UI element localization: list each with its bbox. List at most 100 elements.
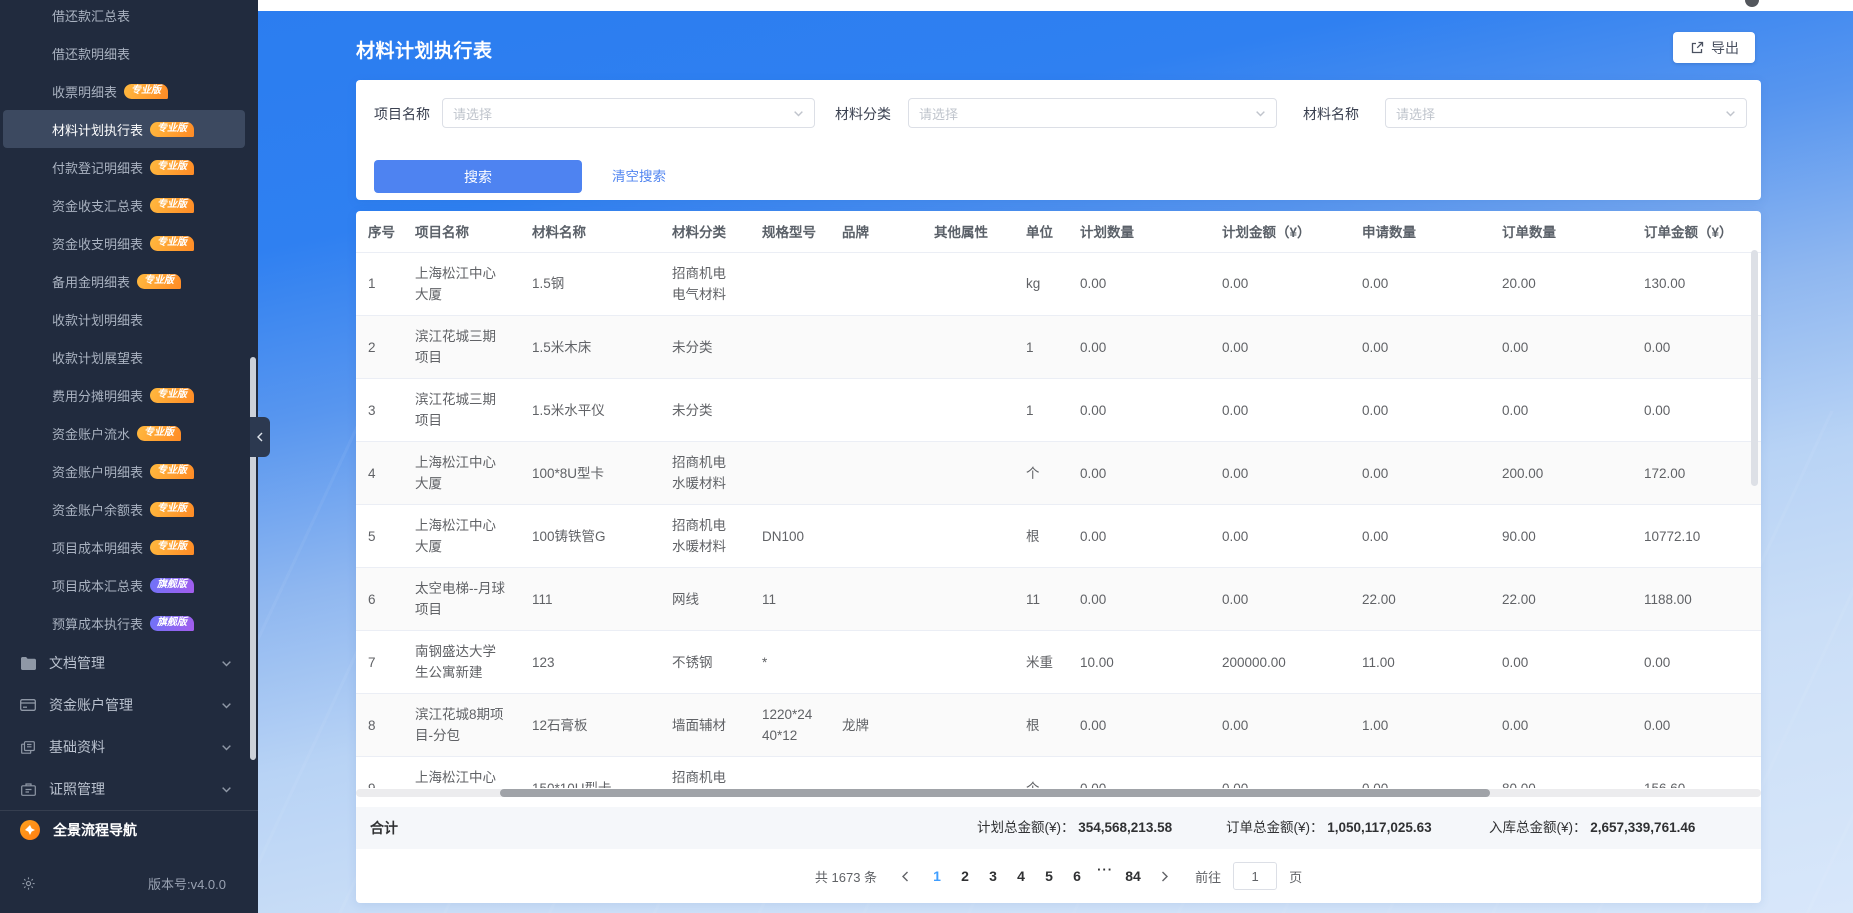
next-page-button[interactable]	[1153, 862, 1177, 890]
sidebar-item-label: 预算成本执行表	[52, 614, 143, 633]
horizontal-scrollbar[interactable]	[356, 789, 1761, 797]
gear-icon[interactable]	[20, 876, 36, 891]
filter-select[interactable]: 请选择	[908, 98, 1277, 128]
page-button[interactable]: 5	[1035, 862, 1063, 890]
filter-select[interactable]: 请选择	[1385, 98, 1747, 128]
page-button[interactable]: 3	[979, 862, 1007, 890]
table-cell: 156.60	[1632, 757, 1761, 788]
sidebar-menu: 借还款汇总表借还款明细表收票明细表专业版材料计划执行表专业版付款登记明细表专业版…	[0, 0, 258, 642]
table-cell: 3	[356, 379, 403, 442]
table-cell: 0.00	[1632, 379, 1761, 442]
table-cell: 1.5米木床	[520, 316, 660, 379]
sidebar-item-label: 资金收支汇总表	[52, 196, 143, 215]
table-cell: 南钢盛达大学生公寓新建	[403, 631, 520, 694]
sidebar-item-label: 付款登记明细表	[52, 158, 143, 177]
sidebar-group-document[interactable]: 基础资料	[0, 726, 258, 768]
sidebar-item[interactable]: 备用金明细表专业版	[3, 262, 245, 300]
filter-label: 材料名称	[1303, 104, 1359, 122]
sidebar-item[interactable]: 预算成本执行表旗舰版	[3, 604, 245, 642]
sidebar-item-label: 备用金明细表	[52, 272, 130, 291]
sidebar-item[interactable]: 收款计划明细表	[3, 300, 245, 338]
summary-total-label: 合计	[370, 807, 398, 849]
sidebar-item[interactable]: 借还款汇总表	[3, 0, 245, 34]
table-row[interactable]: 7南钢盛达大学生公寓新建123不锈钢*米重10.00200000.0011.00…	[356, 631, 1761, 694]
sidebar-item[interactable]: 资金收支汇总表专业版	[3, 186, 245, 224]
main-content: 材料计划执行表 导出 项目名称请选择材料分类请选择材料名称请选择 搜索 清空搜索…	[258, 0, 1853, 913]
filter-select[interactable]: 请选择	[442, 98, 815, 128]
table-row[interactable]: 1上海松江中心大厦1.5钢招商机电电气材料kg0.000.000.0020.00…	[356, 253, 1761, 316]
sidebar-item[interactable]: 项目成本汇总表旗舰版	[3, 566, 245, 604]
sidebar-item-label: 全景流程导航	[53, 820, 137, 840]
export-icon	[1689, 41, 1705, 55]
table-row[interactable]: 5上海松江中心大厦100铸铁管G招商机电水暖材料DN100根0.000.000.…	[356, 505, 1761, 568]
page-title: 材料计划执行表	[356, 36, 493, 63]
folder-icon	[20, 657, 36, 670]
page-button[interactable]: 4	[1007, 862, 1035, 890]
table-cell: 10772.10	[1632, 505, 1761, 568]
sidebar-item[interactable]: 资金账户余额表专业版	[3, 490, 245, 528]
table-cell: 0.00	[1210, 757, 1350, 788]
table-cell: 0.00	[1068, 694, 1210, 757]
avatar[interactable]	[1745, 0, 1759, 7]
table-cell: 4	[356, 442, 403, 505]
sidebar-group-folder[interactable]: 文档管理	[0, 642, 258, 684]
summary-item-value: 2,657,339,761.46	[1587, 820, 1696, 835]
sidebar-item[interactable]: 借还款明细表	[3, 34, 245, 72]
sidebar-item[interactable]: 收票明细表专业版	[3, 72, 245, 110]
table-cell: 未分类	[660, 379, 750, 442]
edition-badge: 专业版	[150, 198, 194, 213]
table-cell	[922, 694, 1014, 757]
search-button[interactable]: 搜索	[374, 160, 582, 193]
table-cell: *	[750, 631, 830, 694]
table-cell: 123	[520, 631, 660, 694]
clear-search-link[interactable]: 清空搜索	[612, 160, 666, 193]
sidebar-item-process-navigation[interactable]: 全景流程导航	[0, 811, 258, 849]
edition-badge: 专业版	[150, 236, 194, 251]
prev-page-button[interactable]	[893, 862, 917, 890]
sidebar-item-label: 收款计划展望表	[52, 348, 143, 367]
vertical-scrollbar-thumb[interactable]	[1751, 250, 1758, 486]
sidebar-item[interactable]: 资金账户流水专业版	[3, 414, 245, 452]
page-button[interactable]: 6	[1063, 862, 1091, 890]
ellipsis-icon[interactable]: ···	[1091, 862, 1119, 890]
table-cell: 130.00	[1632, 253, 1761, 316]
edition-badge: 专业版	[150, 160, 194, 175]
table-row[interactable]: 2滨江花城三期项目1.5米木床未分类10.000.000.000.000.00	[356, 316, 1761, 379]
table-cell	[922, 631, 1014, 694]
table-row[interactable]: 9上海松江中心大厦150*10U型卡招商机电水暖材料个0.000.000.008…	[356, 757, 1761, 788]
table-cell: 11	[750, 568, 830, 631]
sidebar-item[interactable]: 资金账户明细表专业版	[3, 452, 245, 490]
table-cell: 22.00	[1490, 568, 1632, 631]
page-button[interactable]: 2	[951, 862, 979, 890]
sidebar-item[interactable]: 材料计划执行表专业版	[3, 110, 245, 148]
sidebar-collapse-handle[interactable]	[250, 417, 270, 457]
page-button[interactable]: 84	[1119, 862, 1147, 890]
table-cell: 0.00	[1350, 442, 1490, 505]
table-row[interactable]: 6太空电梯--月球项目111网线11110.000.0022.0022.0011…	[356, 568, 1761, 631]
table-cell: 招商机电水暖材料	[660, 505, 750, 568]
summary-item-label: 计划总金额(¥)：	[977, 820, 1075, 835]
page-button[interactable]: 1	[923, 862, 951, 890]
export-button[interactable]: 导出	[1673, 32, 1755, 63]
horizontal-scrollbar-thumb[interactable]	[500, 789, 1490, 797]
goto-page-input[interactable]	[1233, 862, 1277, 890]
sidebar-group-certificate[interactable]: 证照管理	[0, 768, 258, 810]
sidebar-item[interactable]: 资金收支明细表专业版	[3, 224, 245, 262]
column-header: 序号	[356, 211, 403, 252]
sidebar-item[interactable]: 付款登记明细表专业版	[3, 148, 245, 186]
table-row[interactable]: 3滨江花城三期项目1.5米水平仪未分类10.000.000.000.000.00	[356, 379, 1761, 442]
table-cell: 滨江花城三期项目	[403, 316, 520, 379]
table-row[interactable]: 8滨江花城8期项目-分包12石膏板墙面辅材1220*2440*12龙牌根0.00…	[356, 694, 1761, 757]
chevron-down-icon	[1255, 108, 1266, 119]
sidebar-item[interactable]: 费用分摊明细表专业版	[3, 376, 245, 414]
table-cell: 0.00	[1210, 253, 1350, 316]
table-row[interactable]: 4上海松江中心大厦100*8U型卡招商机电水暖材料个0.000.000.0020…	[356, 442, 1761, 505]
table-cell: 0.00	[1068, 505, 1210, 568]
table-cell	[830, 757, 922, 788]
table-cell: 90.00	[1490, 505, 1632, 568]
chevron-right-icon	[1161, 871, 1169, 882]
sidebar-item[interactable]: 项目成本明细表专业版	[3, 528, 245, 566]
sidebar-group-wallet[interactable]: 资金账户管理	[0, 684, 258, 726]
sidebar-item[interactable]: 收款计划展望表	[3, 338, 245, 376]
column-header: 规格型号	[750, 211, 830, 252]
